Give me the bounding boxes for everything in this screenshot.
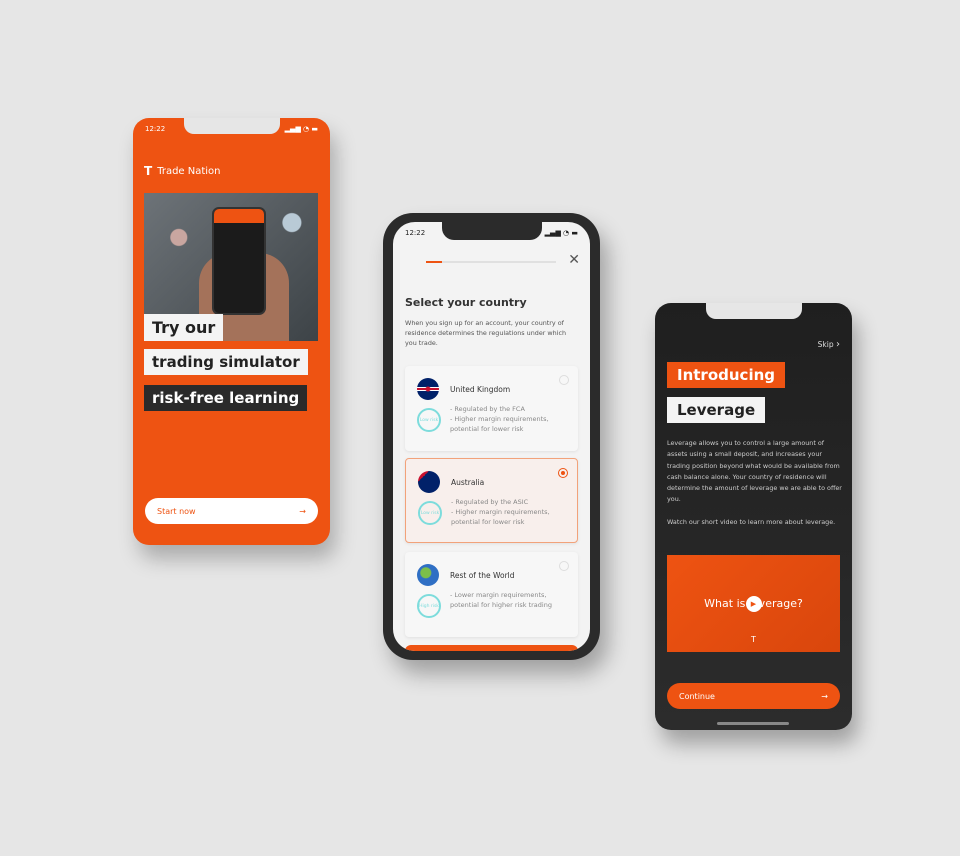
- risk-badge: Low risk: [418, 501, 442, 525]
- start-now-button[interactable]: Start now →: [145, 498, 318, 524]
- bullet: - Higher margin requirements, potential …: [451, 508, 550, 526]
- intro-text: When you sign up for an account, your co…: [405, 319, 567, 347]
- skip-button[interactable]: Skip ›: [818, 339, 840, 350]
- trade-nation-logo-icon: T: [144, 164, 153, 178]
- country-card-rest-of-world[interactable]: High risk Rest of the World - Lower marg…: [405, 552, 578, 637]
- brand-logo: T Trade Nation: [144, 164, 221, 178]
- headline-line-3: risk-free learning: [144, 385, 308, 411]
- home-indicator: [717, 722, 789, 725]
- continue-button[interactable]: Continue →: [667, 683, 840, 709]
- bullet: - Regulated by the ASIC: [451, 498, 529, 506]
- country-card-australia[interactable]: Low risk Australia - Regulated by the AS…: [405, 458, 578, 543]
- description: Leverage allows you to control a large a…: [667, 438, 843, 528]
- radio-button[interactable]: [559, 375, 569, 385]
- australia-flag-icon: [418, 471, 440, 493]
- continue-label: Continue: [679, 691, 715, 701]
- skip-label: Skip: [817, 340, 834, 349]
- description-text: Leverage allows you to control a large a…: [667, 439, 842, 504]
- continue-button-partial[interactable]: [405, 645, 578, 651]
- globe-icon: [417, 564, 439, 586]
- bullet: - Lower margin requirements, potential f…: [450, 591, 552, 609]
- status-bar: 12:22 ▂▄▆ ◔ ▬: [405, 229, 578, 237]
- country-name: Australia: [451, 478, 485, 487]
- start-now-label: Start now: [157, 506, 196, 516]
- country-details: - Regulated by the ASIC - Higher margin r…: [451, 497, 573, 527]
- phone-trading-simulator: 12:22 ▂▄▆ ◔ ▬ T Trade Nation Try our tradi…: [133, 118, 330, 545]
- phone-image: [212, 207, 266, 315]
- headline-line-1: Try our: [144, 314, 224, 341]
- play-icon[interactable]: ▶: [745, 595, 762, 612]
- title-introducing: Introducing: [667, 362, 785, 388]
- time: 12:22: [405, 229, 426, 237]
- title-leverage: Leverage: [667, 397, 766, 423]
- country-details: - Regulated by the FCA - Higher margin re…: [450, 404, 572, 434]
- status-icons: ▂▄▆ ◔ ▬: [284, 125, 318, 133]
- close-icon[interactable]: ✕: [568, 252, 580, 268]
- radio-button[interactable]: [559, 561, 569, 571]
- brand-name: Trade Nation: [157, 165, 221, 177]
- arrow-right-icon: →: [299, 506, 306, 516]
- notch: [705, 303, 802, 319]
- chevron-right-icon: ›: [836, 339, 840, 350]
- uk-flag-icon: [417, 378, 439, 400]
- screen: 12:22 ▂▄▆ ◔ ▬ ✕ Select your country When …: [393, 222, 590, 651]
- country-details: - Lower margin requirements, potential f…: [450, 590, 572, 610]
- country-name: United Kingdom: [450, 385, 511, 394]
- progress-bar: [426, 261, 556, 263]
- bullet: - Regulated by the FCA: [450, 405, 525, 413]
- video-player[interactable]: What is leverage? ▶ T: [667, 555, 840, 652]
- arrow-right-icon: →: [821, 691, 828, 701]
- page-title: Select your country: [405, 296, 527, 309]
- time: 12:22: [145, 125, 166, 133]
- phone-select-country: 12:22 ▂▄▆ ◔ ▬ ✕ Select your country When …: [383, 213, 600, 660]
- status-icons: ▂▄▆ ◔ ▬: [544, 229, 578, 237]
- risk-badge: Low risk: [417, 408, 441, 432]
- radio-button-selected[interactable]: [558, 468, 568, 478]
- risk-badge: High risk: [417, 594, 441, 618]
- video-prompt: Watch our short video to learn more abou…: [667, 517, 836, 526]
- phone-introducing-leverage: Skip › Introducing Leverage Leverage all…: [655, 303, 852, 730]
- status-bar: 12:22 ▂▄▆ ◔ ▬: [145, 125, 318, 133]
- bullet: - Higher margin requirements, potential …: [450, 415, 549, 433]
- headline-line-2: trading simulator: [144, 349, 308, 375]
- trade-nation-logo-icon: T: [751, 635, 756, 644]
- country-name: Rest of the World: [450, 571, 515, 580]
- country-card-uk[interactable]: Low risk United Kingdom - Regulated by t…: [405, 366, 578, 451]
